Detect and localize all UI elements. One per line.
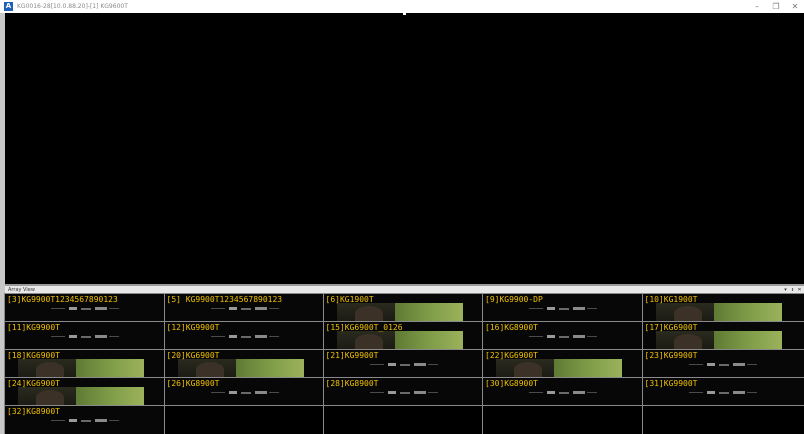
video-thumbnail (336, 303, 463, 322)
camera-label: [17]KG6900T (644, 323, 698, 332)
camera-cell[interactable]: [18]KG6900T (4, 349, 166, 379)
maximize-button[interactable]: ❐ (769, 0, 783, 13)
thumbnail-grass (554, 359, 622, 378)
no-signal-logo-icon (369, 389, 440, 397)
camera-label: [23]KG9900T (644, 351, 698, 360)
camera-label: [12]KG9900T (166, 323, 220, 332)
minimize-button[interactable]: – (750, 0, 764, 13)
no-signal-logo-icon (369, 361, 440, 369)
camera-label: [11]KG9900T (7, 323, 60, 332)
camera-label: [15]KG6900T_0126 (325, 323, 403, 332)
camera-label: [3]KG9900T1234567890123 (7, 295, 118, 304)
thumbnail-mound (36, 362, 64, 377)
camera-cell[interactable]: [3]KG9900T1234567890123 (4, 293, 166, 323)
camera-label: [22]KG6900T (485, 351, 538, 360)
video-thumbnail (655, 303, 782, 322)
camera-label: [16]KG8900T (485, 323, 538, 332)
window-title: KG0016-28[10.0.88.20]-[1] KG9600T (17, 3, 128, 10)
close-button[interactable]: ✕ (788, 0, 802, 13)
camera-label: [26]KG8900T (166, 379, 220, 388)
camera-cell[interactable]: [12]KG9900T (163, 321, 325, 351)
camera-label: [32]KG8900T (7, 407, 60, 416)
camera-label: [9]KG9900-DP (485, 295, 543, 304)
camera-cell[interactable]: [28]KG8900T (322, 377, 484, 407)
window-titlebar: A KG0016-28[10.0.88.20]-[1] KG9600T – ❐ … (0, 0, 804, 13)
empty-cell[interactable] (322, 405, 484, 434)
camera-cell[interactable]: [26]KG8900T (163, 377, 325, 407)
thumbnail-mound (195, 362, 224, 377)
empty-cell[interactable] (482, 405, 644, 434)
camera-label: [28]KG8900T (325, 379, 379, 388)
camera-label: [10]KG1900T (644, 295, 698, 304)
thumbnail-grass (394, 303, 463, 322)
camera-label: [31]KG9900T (644, 379, 698, 388)
camera-cell[interactable]: [16]KG8900T (482, 321, 644, 351)
thumbnail-mound (514, 362, 542, 377)
video-thumbnail (336, 331, 463, 350)
video-thumbnail (655, 331, 782, 350)
thumbnail-grass (394, 331, 463, 350)
empty-cell[interactable] (641, 405, 804, 434)
no-signal-logo-icon (210, 389, 281, 397)
camera-cell[interactable]: [9]KG9900-DP (482, 293, 644, 323)
camera-cell[interactable]: [24]KG6900T (4, 377, 166, 407)
main-video-viewer[interactable] (5, 13, 804, 284)
no-signal-logo-icon (210, 305, 281, 313)
camera-cell[interactable]: [17]KG6900T (641, 321, 804, 351)
video-thumbnail (496, 359, 622, 378)
camera-cell[interactable]: [20]KG6900T (163, 349, 325, 379)
video-thumbnail (18, 359, 144, 378)
no-signal-logo-icon (688, 361, 759, 369)
camera-cell[interactable]: [11]KG9900T (4, 321, 166, 351)
camera-cell[interactable]: [21]KG9900T (322, 349, 484, 379)
thumbnail-grass (76, 359, 144, 378)
camera-label: [30]KG8900T (485, 379, 538, 388)
thumbnail-grass (713, 331, 782, 350)
camera-label: [24]KG6900T (7, 379, 60, 388)
camera-label: [6]KG1900T (325, 295, 374, 304)
main-view-marker (403, 13, 406, 15)
no-signal-logo-icon (51, 305, 121, 313)
thumbnail-grass (235, 359, 304, 378)
thumbnail-mound (36, 390, 64, 405)
camera-label: [21]KG9900T (325, 351, 379, 360)
array-view-title: Array View (8, 287, 35, 293)
camera-cell[interactable]: [30]KG8900T (482, 377, 644, 407)
chevron-down-icon[interactable]: ▾ (782, 286, 789, 294)
no-signal-logo-icon (529, 305, 599, 313)
no-signal-logo-icon (529, 389, 599, 397)
camera-cell[interactable]: [5] KG9900T1234567890123 (163, 293, 325, 323)
thumbnail-mound (673, 306, 702, 321)
no-signal-logo-icon (51, 333, 121, 341)
thumbnail-mound (354, 334, 383, 349)
camera-cell[interactable]: [6]KG1900T (322, 293, 484, 323)
camera-cell[interactable]: [31]KG9900T (641, 377, 804, 407)
thumbnail-grass (76, 387, 144, 406)
video-thumbnail (177, 359, 304, 378)
camera-cell[interactable]: [32]KG8900T (4, 405, 166, 434)
no-signal-logo-icon (529, 333, 599, 341)
video-thumbnail (18, 387, 144, 406)
thumbnail-mound (354, 306, 383, 321)
camera-label: [20]KG6900T (166, 351, 220, 360)
thumbnail-grass (713, 303, 782, 322)
array-view-grid: [3]KG9900T1234567890123 [5] KG9900T123456… (4, 293, 804, 434)
no-signal-logo-icon (210, 333, 281, 341)
camera-cell[interactable]: [23]KG9900T (641, 349, 804, 379)
no-signal-logo-icon (51, 417, 121, 425)
camera-label: [18]KG6900T (7, 351, 60, 360)
camera-cell[interactable]: [15]KG6900T_0126 (322, 321, 484, 351)
app-logo-icon: A (4, 2, 13, 11)
pin-icon[interactable]: ᵻ (789, 286, 796, 294)
no-signal-logo-icon (688, 389, 759, 397)
empty-cell[interactable] (163, 405, 325, 434)
camera-cell[interactable]: [22]KG6900T (482, 349, 644, 379)
thumbnail-mound (673, 334, 702, 349)
camera-label: [5] KG9900T1234567890123 (166, 295, 283, 304)
camera-cell[interactable]: [10]KG1900T (641, 293, 804, 323)
close-panel-icon[interactable]: ✕ (796, 286, 803, 294)
